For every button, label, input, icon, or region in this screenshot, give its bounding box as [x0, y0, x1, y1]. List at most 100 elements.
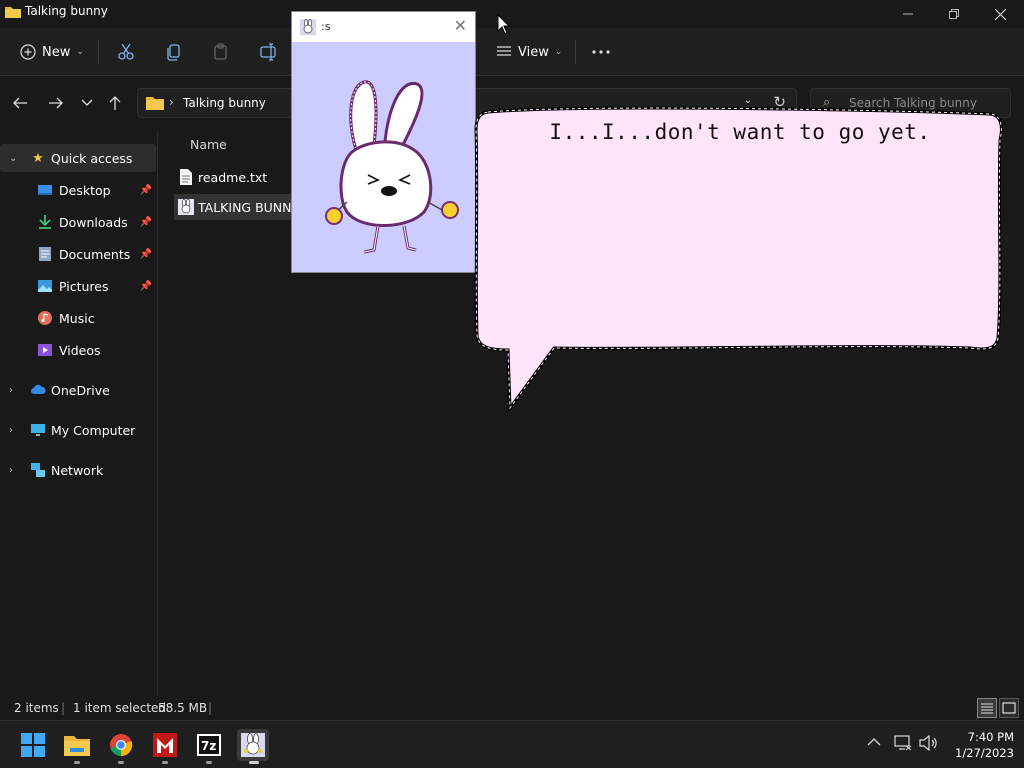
pin-icon: 📌	[139, 184, 152, 196]
bunny-window-title: :s	[321, 20, 331, 33]
speech-bubble	[474, 106, 1003, 413]
details-view-button[interactable]	[977, 698, 997, 718]
volume-icon[interactable]	[919, 734, 939, 755]
chevron-down-icon: ⌄	[554, 47, 563, 57]
pictures-icon	[38, 280, 52, 292]
chevron-down-icon	[81, 99, 93, 106]
nav-item-label: Downloads	[59, 214, 128, 230]
show-hidden-icons-icon[interactable]	[867, 735, 881, 751]
rename-button[interactable]	[260, 38, 278, 66]
nav-item-desktop[interactable]: Desktop 📌	[0, 176, 156, 204]
file-name: TALKING BUNNY.	[198, 199, 294, 215]
text-file-icon	[180, 169, 192, 185]
nav-item-label: Videos	[59, 342, 101, 358]
running-indicator	[249, 761, 259, 764]
maximize-icon	[949, 9, 959, 19]
taskbar: 7z 7:40 PM 1/27/2023	[0, 720, 1024, 768]
breadcrumb-separator-icon: ›	[169, 95, 174, 109]
nav-item-pictures[interactable]: Pictures 📌	[0, 272, 156, 300]
close-icon	[994, 8, 1006, 20]
status-item-count: 2 items	[14, 701, 59, 715]
taskbar-file-explorer[interactable]	[61, 729, 93, 761]
nav-item-music[interactable]: Music	[0, 304, 156, 332]
cut-icon	[118, 43, 134, 60]
view-button[interactable]: View ⌄	[496, 38, 562, 66]
nav-item-network[interactable]: › Network	[0, 456, 156, 484]
up-button[interactable]	[105, 93, 125, 113]
forward-button[interactable]	[46, 93, 66, 113]
plus-circle-icon	[20, 44, 36, 60]
back-button[interactable]	[10, 93, 30, 113]
bunny-window[interactable]: :s ✕	[291, 11, 476, 273]
nav-item-label: My Computer	[51, 422, 136, 438]
file-name: readme.txt	[198, 169, 268, 185]
nav-item-onedrive[interactable]: › OneDrive	[0, 376, 156, 404]
copy-button[interactable]	[165, 38, 183, 66]
taskbar-mcafee[interactable]	[149, 729, 181, 761]
computer-icon	[31, 424, 45, 436]
recent-locations-button[interactable]	[77, 93, 97, 113]
taskbar-chrome[interactable]	[105, 729, 137, 761]
svg-text:7z: 7z	[201, 739, 216, 753]
close-icon[interactable]: ✕	[454, 16, 467, 35]
system-clock[interactable]: 7:40 PM 1/27/2023	[955, 729, 1014, 761]
start-button[interactable]	[17, 729, 49, 761]
network-status-icon[interactable]	[894, 735, 912, 755]
chevron-right-icon[interactable]: ›	[9, 385, 13, 396]
new-button[interactable]: New ⌄	[20, 38, 84, 66]
windows-start-icon	[21, 733, 45, 757]
taskbar-talking-bunny[interactable]	[237, 729, 269, 761]
talking-bunny-icon	[241, 733, 265, 757]
mcafee-icon	[153, 733, 177, 757]
bunny-window-title-bar[interactable]: :s ✕	[292, 12, 475, 42]
music-icon	[38, 311, 52, 325]
nav-item-videos[interactable]: Videos	[0, 336, 156, 364]
nav-item-documents[interactable]: Documents 📌	[0, 240, 156, 268]
running-indicator	[206, 761, 212, 764]
command-bar: New ⌄ View ⌄	[0, 28, 1024, 76]
paste-button[interactable]	[212, 38, 230, 66]
folder-icon	[146, 97, 164, 110]
nav-quick-access[interactable]: ⌄ ★ Quick access	[0, 144, 156, 172]
breadcrumb-current[interactable]: Talking bunny	[183, 96, 266, 110]
restore-button[interactable]	[931, 0, 977, 28]
clock-time: 7:40 PM	[967, 730, 1014, 744]
window-title: Talking bunny	[25, 4, 108, 18]
title-bar: Talking bunny	[0, 0, 1024, 28]
more-options-button[interactable]	[592, 38, 610, 66]
bunny-app-icon	[300, 19, 316, 35]
arrow-right-icon	[49, 97, 63, 109]
file-row-selected[interactable]: TALKING BUNNY.	[174, 194, 294, 220]
chevron-right-icon[interactable]: ›	[9, 425, 13, 436]
cut-button[interactable]	[117, 38, 135, 66]
minimize-button[interactable]	[885, 0, 931, 28]
nav-item-label: OneDrive	[51, 382, 110, 398]
nav-item-downloads[interactable]: Downloads 📌	[0, 208, 156, 236]
navigation-pane: ⌄ ★ Quick access Desktop 📌 Downloads 📌 D…	[0, 130, 158, 695]
bunny-canvas	[292, 42, 475, 272]
nav-item-label: Network	[51, 462, 104, 478]
nav-item-my-computer[interactable]: › My Computer	[0, 416, 156, 444]
copy-icon	[167, 44, 180, 61]
running-indicator	[118, 761, 124, 764]
nav-quick-access-label: Quick access	[51, 150, 133, 166]
minimize-icon	[903, 13, 913, 15]
desktop-icon	[38, 185, 52, 195]
cloud-icon	[31, 384, 46, 394]
file-explorer-icon	[64, 736, 90, 756]
tiles-view-button[interactable]	[999, 698, 1019, 718]
taskbar-7zip[interactable]: 7z	[193, 729, 225, 761]
status-bar: 2 items | 1 item selected 58.5 MB |	[0, 695, 1024, 720]
arrow-left-icon	[13, 97, 27, 109]
chevron-down-icon[interactable]: ⌄	[9, 153, 17, 164]
running-indicator	[74, 761, 80, 764]
clock-date: 1/27/2023	[955, 746, 1014, 760]
chevron-right-icon[interactable]: ›	[9, 465, 13, 476]
status-divider: |	[61, 701, 66, 715]
divider	[98, 40, 99, 64]
column-header-name[interactable]: Name	[190, 137, 227, 152]
close-button[interactable]	[977, 0, 1023, 28]
download-icon	[39, 215, 51, 229]
videos-icon	[38, 344, 52, 356]
star-icon: ★	[32, 150, 44, 166]
